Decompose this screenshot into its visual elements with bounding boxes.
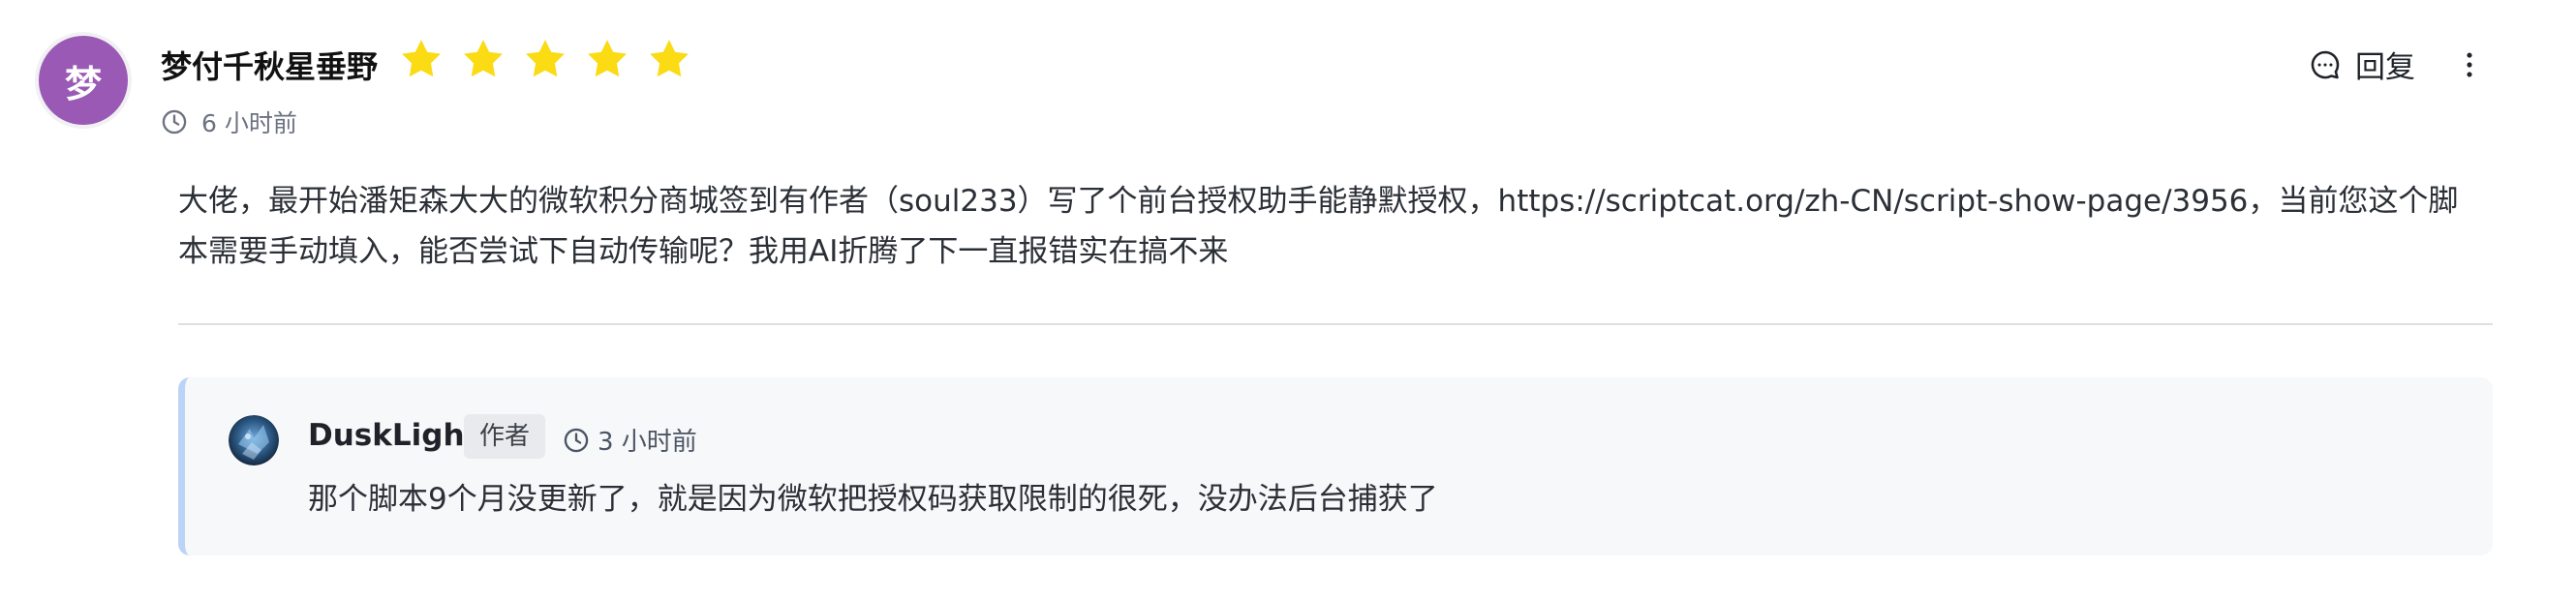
more-options-button[interactable] xyxy=(2450,45,2489,84)
more-vertical-icon xyxy=(2467,52,2472,76)
reply-timestamp: 3 小时前 xyxy=(563,422,697,458)
star-icon xyxy=(402,40,441,77)
comment-content: 大佬，最开始潘矩森大大的微软积分商城签到有作者（soul233）写了个前台授权助… xyxy=(178,184,2459,269)
star-rating xyxy=(399,37,691,81)
comment-timestamp: 6 小时前 xyxy=(161,105,297,139)
reply-content: 那个脚本9个月没更新了，就是因为微软把授权码获取限制的很死，没办法后台捕获了 xyxy=(308,482,1438,517)
reply-button-label: 回复 xyxy=(2355,50,2415,85)
avatar[interactable]: 梦 xyxy=(39,36,128,125)
reply-avatar[interactable] xyxy=(229,415,279,465)
comment-time-text: 6 小时前 xyxy=(201,109,297,137)
divider xyxy=(178,323,2493,325)
reply-username[interactable]: DuskLight xyxy=(308,418,478,453)
avatar-initial: 梦 xyxy=(64,62,102,105)
star-icon xyxy=(588,40,627,77)
clock-icon xyxy=(564,428,589,452)
author-badge: 作者 xyxy=(464,414,546,459)
author-reply: DuskLight 作者 3 小时前 那个脚本9个月没更新了，就是因为微软把授权… xyxy=(178,377,2493,555)
comment-username[interactable]: 梦付千秋星垂野 xyxy=(161,43,378,87)
clock-icon xyxy=(162,109,187,135)
chat-bubble-icon xyxy=(2311,50,2340,78)
reply-time-text: 3 小时前 xyxy=(598,428,697,457)
star-icon xyxy=(650,40,689,77)
reply-button[interactable]: 回复 xyxy=(2309,43,2415,86)
comment-card: 梦 梦付千秋星垂野 6 小时前 回复 大佬，最开始潘矩森大大的微软积分商城签到有… xyxy=(0,0,2576,599)
star-icon xyxy=(464,40,503,77)
comment-actions: 回复 xyxy=(2309,43,2489,86)
star-icon xyxy=(526,40,565,77)
